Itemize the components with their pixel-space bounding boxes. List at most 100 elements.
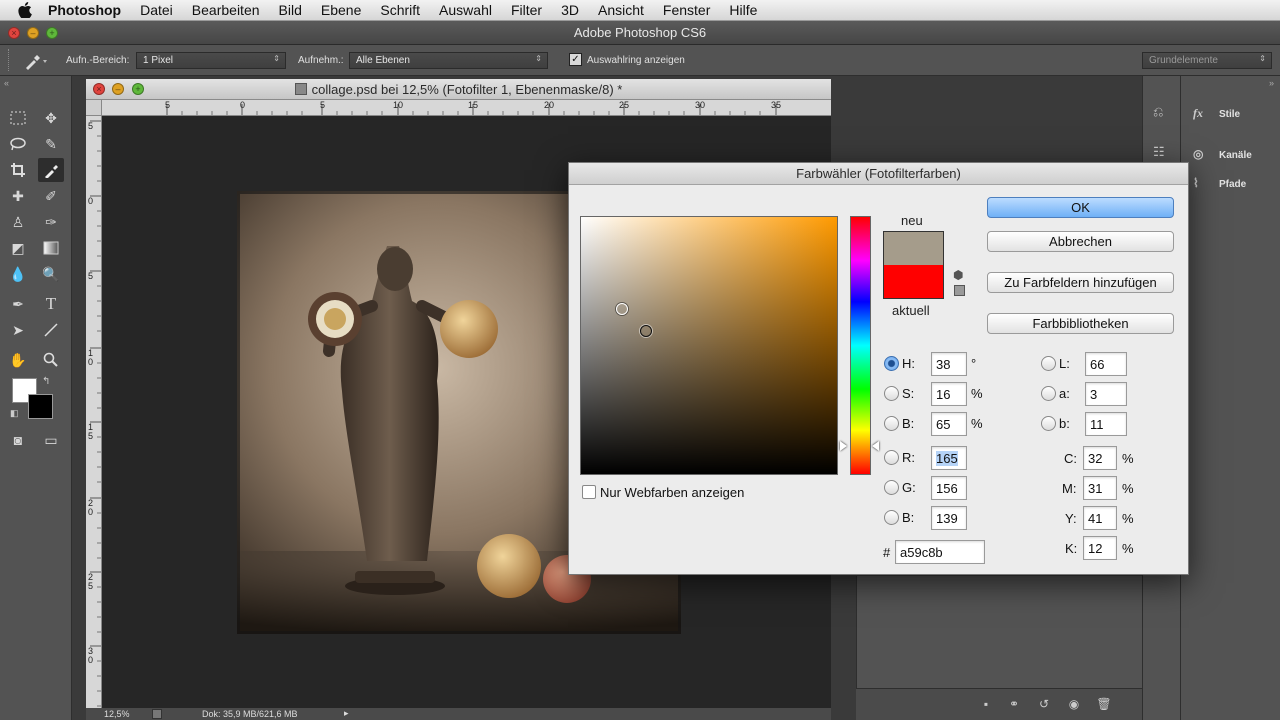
quick-select-tool-icon[interactable]: ✎ [38,132,64,156]
show-ring-checkbox[interactable]: ✓ [569,53,582,66]
hue-slider-left-arrow-icon[interactable] [840,441,847,451]
path-select-tool-icon[interactable]: ➤ [5,318,31,342]
green-radio[interactable] [884,480,899,495]
collapse-dock-icon[interactable]: » [1269,78,1274,88]
app-menu[interactable]: Photoshop [48,2,121,18]
menu-3d[interactable]: 3D [561,2,579,18]
cancel-button[interactable]: Abbrechen [987,231,1174,252]
clip-layer-icon[interactable]: ↺ [1036,697,1052,711]
eraser-tool-icon[interactable]: ◩ [5,236,31,260]
menu-datei[interactable]: Datei [140,2,173,18]
hand-tool-icon[interactable]: ✋ [5,348,31,372]
lasso-tool-icon[interactable] [5,132,31,156]
brightness-input[interactable]: 65 [931,412,967,436]
paths-panel-tab[interactable]: ⌇ Pfade [1193,176,1246,192]
apple-icon[interactable] [18,2,34,18]
styles-panel-tab[interactable]: fx Stile [1193,106,1240,122]
link-layers-icon[interactable]: ⚭ [1006,697,1022,711]
menu-bearbeiten[interactable]: Bearbeiten [192,2,260,18]
zoom-tool-icon[interactable] [38,348,64,372]
quick-mask-icon[interactable]: ◙ [5,428,31,452]
hue-input[interactable]: 38 [931,352,967,376]
vertical-ruler[interactable]: 5 0 5 1 0 1 5 2 0 2 5 3 0 [86,116,102,720]
ok-button[interactable]: OK [987,197,1174,218]
menu-auswahl[interactable]: Auswahl [439,2,492,18]
yellow-input[interactable]: 41 [1083,506,1117,530]
web-colors-only-checkbox[interactable] [582,485,596,499]
ruler-origin[interactable] [86,100,102,116]
menu-filter[interactable]: Filter [511,2,542,18]
menu-fenster[interactable]: Fenster [663,2,710,18]
horizontal-ruler[interactable]: 5 0 5 10 15 20 25 30 35 [102,100,831,116]
menu-bild[interactable]: Bild [279,2,302,18]
status-icon[interactable] [152,709,162,719]
gradient-tool-icon[interactable] [38,236,64,260]
color-field[interactable] [580,216,838,475]
marquee-tool-icon[interactable] [5,106,31,130]
menu-ansicht[interactable]: Ansicht [598,2,644,18]
lightness-input[interactable]: 66 [1085,352,1127,376]
hue-radio[interactable] [884,356,899,371]
pen-tool-icon[interactable]: ✒ [5,292,31,316]
cyan-input[interactable]: 32 [1083,446,1117,470]
new-adjustment-icon[interactable]: ▪ [978,697,994,711]
options-grip[interactable] [8,49,10,71]
status-menu-arrow-icon[interactable]: ▸ [344,708,349,719]
type-tool-icon[interactable]: T [38,292,64,316]
blue-radio[interactable] [884,510,899,525]
current-color-swatch[interactable] [883,265,944,299]
delete-layer-icon[interactable]: 🗑 [1096,697,1112,711]
a-channel-input[interactable]: 3 [1085,382,1127,406]
hex-input[interactable]: a59c8b [895,540,985,564]
healing-brush-tool-icon[interactable]: ✚ [5,184,31,208]
brush-tool-icon[interactable]: ✐ [38,184,64,208]
default-colors-icon[interactable]: ◧ [10,408,19,419]
workspace-select[interactable]: Grundelemente ⇕ [1142,52,1272,69]
red-input[interactable]: 165 [931,446,967,470]
blue-input[interactable]: 139 [931,506,967,530]
hue-slider-right-arrow-icon[interactable] [872,441,879,451]
green-input[interactable]: 156 [931,476,967,500]
crop-tool-icon[interactable] [5,158,31,182]
color-libraries-button[interactable]: Farbbibliotheken [987,313,1174,334]
add-to-swatches-button[interactable]: Zu Farbfeldern hinzufügen [987,272,1174,293]
out-of-gamut-cube-icon[interactable]: ⬢ [953,269,965,281]
menu-ebene[interactable]: Ebene [321,2,361,18]
eyedropper-tool-icon[interactable] [38,158,64,182]
sample-select[interactable]: Alle Ebenen ⇕ [349,52,548,69]
history-brush-tool-icon[interactable]: ✑ [38,210,64,234]
hue-slider[interactable] [850,216,871,475]
b-channel-radio[interactable] [1041,416,1056,431]
ruler-h-label: 25 [619,100,630,110]
b-channel-input[interactable]: 11 [1085,412,1127,436]
zoom-level[interactable]: 12,5% [104,709,130,719]
clone-stamp-tool-icon[interactable]: ♙ [5,210,31,234]
a-channel-radio[interactable] [1041,386,1056,401]
brightness-radio[interactable] [884,416,899,431]
dodge-tool-icon[interactable]: 🔍 [38,262,64,286]
saturation-input[interactable]: 16 [931,382,967,406]
magenta-input[interactable]: 31 [1083,476,1117,500]
a-channel-label: a: [1059,386,1070,401]
swap-colors-icon[interactable]: ↰ [42,376,50,387]
sample-size-select[interactable]: 1 Pixel ⇕ [136,52,286,69]
background-color-swatch[interactable] [28,394,53,419]
menu-hilfe[interactable]: Hilfe [729,2,757,18]
lightness-radio[interactable] [1041,356,1056,371]
web-safe-color-icon[interactable] [954,285,965,296]
menu-schrift[interactable]: Schrift [380,2,420,18]
color-field-cursor[interactable] [640,325,652,337]
layers-panel-footer: ▪ ⚭ ↺ ◉ 🗑 [856,688,1142,720]
blur-tool-icon[interactable]: 💧 [5,262,31,286]
line-tool-icon[interactable] [38,318,64,342]
collapse-tools-icon[interactable]: « [4,78,9,88]
move-tool-icon[interactable]: ✥ [38,106,64,130]
red-radio[interactable] [884,450,899,465]
black-input[interactable]: 12 [1083,536,1117,560]
channels-panel-tab[interactable]: ◎ Kanäle [1193,147,1252,163]
history-panel-icon[interactable]: ⎌ [1153,104,1173,126]
visibility-eye-icon[interactable]: ◉ [1066,697,1082,711]
saturation-radio[interactable] [884,386,899,401]
screen-mode-icon[interactable]: ▭ [38,428,64,452]
eyedropper-preset-icon[interactable] [22,51,48,71]
